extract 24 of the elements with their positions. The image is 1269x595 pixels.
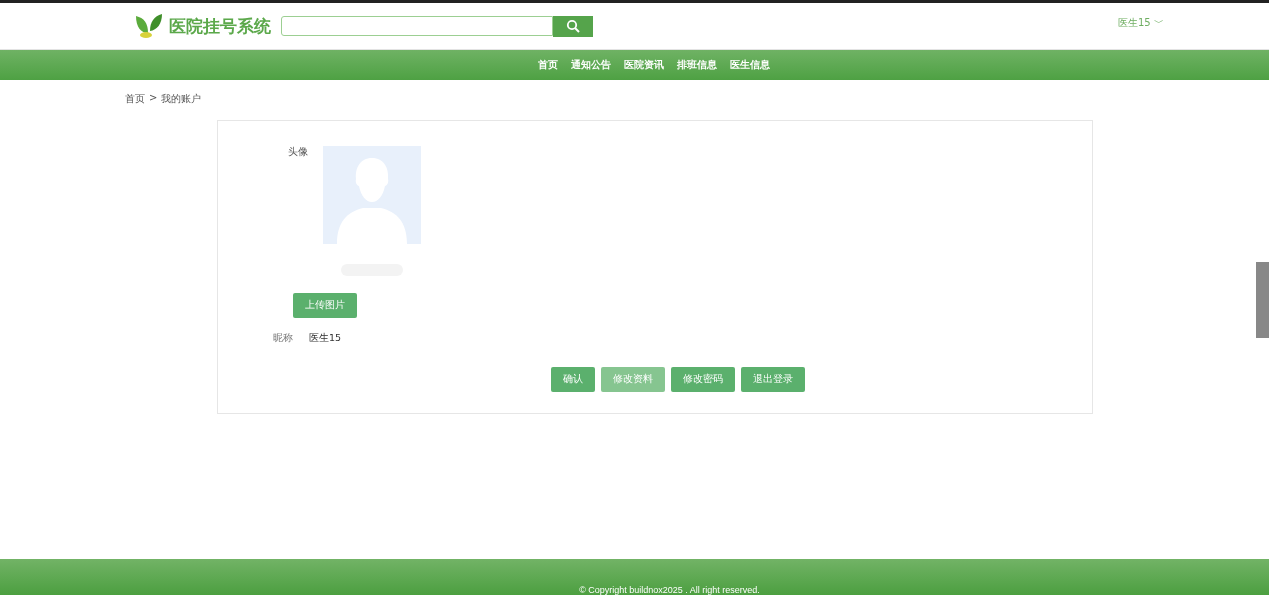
breadcrumb-item: 我的账户 xyxy=(161,92,202,106)
field-label: 昵称 xyxy=(272,332,293,345)
nickname-value: 医生15 xyxy=(309,332,342,345)
action-button[interactable]: 确认 xyxy=(551,367,595,392)
search-button[interactable] xyxy=(553,15,593,37)
nav-link[interactable]: 通知公告 xyxy=(570,58,611,72)
upload-button[interactable]: 上传图片 xyxy=(293,293,357,318)
copyright-text: © Copyright buildnox2025 . All right reserved. xyxy=(578,585,760,595)
action-button[interactable]: 修改资料 xyxy=(601,367,665,392)
site-title: 医院挂号系统 xyxy=(169,14,271,38)
field-label: 头像 xyxy=(287,146,308,159)
nav-link[interactable]: 排班信息 xyxy=(676,58,717,72)
user-menu[interactable]: 医生15 ﹀ xyxy=(1118,16,1164,30)
action-button[interactable]: 修改密码 xyxy=(671,367,735,392)
leaf-logo-icon xyxy=(135,13,163,39)
search-field[interactable] xyxy=(281,16,553,36)
nav-link[interactable]: 医生信息 xyxy=(729,58,770,72)
scrollbar-thumb[interactable] xyxy=(1256,262,1269,338)
breadcrumb-item[interactable]: 首页 xyxy=(125,92,145,108)
breadcrumb-item: > xyxy=(149,92,158,105)
search-icon xyxy=(566,19,580,33)
action-button[interactable]: 退出登录 xyxy=(741,367,805,392)
nav-link[interactable]: 医院资讯 xyxy=(623,58,664,72)
nav-link[interactable]: 首页 xyxy=(537,58,558,72)
